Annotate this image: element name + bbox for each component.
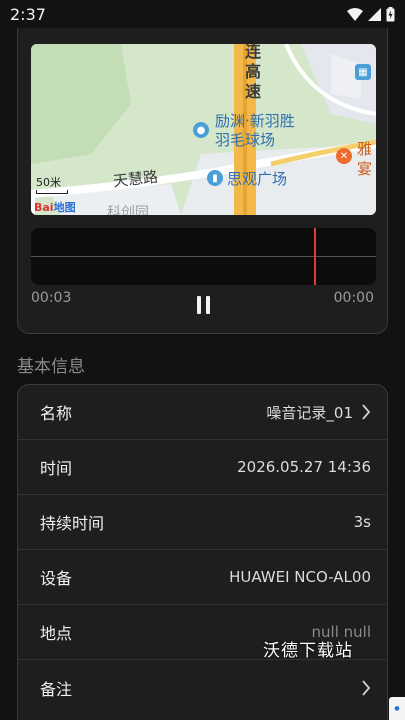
status-time: 2:37 — [10, 4, 46, 24]
info-label-name: 名称 — [40, 404, 73, 423]
watermark-text: 沃德下载站 — [263, 641, 353, 661]
status-bar: 2:37 — [0, 0, 405, 28]
plaza-poi-icon: ▮ — [207, 170, 223, 186]
info-row-device: 设备 HUAWEI NCO-AL00 — [18, 550, 387, 605]
map-poi-label-1: 励渊·新羽胜 — [215, 112, 295, 130]
waveform-track[interactable] — [31, 228, 376, 285]
info-row-time: 时间 2026.05.27 14:36 — [18, 440, 387, 495]
chevron-right-icon — [361, 404, 371, 420]
map-scale-bar — [36, 190, 68, 194]
wifi-icon — [347, 7, 363, 21]
building-poi-icon: ▦ — [355, 64, 371, 80]
info-value-duration: 3s — [353, 513, 371, 531]
recording-player-card: 连高速 ● 励渊·新羽胜 羽毛球场 ▮ 思观广场 天慧路 ✕ 雅 宴 ▦ 科创园… — [17, 28, 388, 334]
location-map[interactable]: 连高速 ● 励渊·新羽胜 羽毛球场 ▮ 思观广场 天慧路 ✕ 雅 宴 ▦ 科创园… — [31, 44, 376, 215]
info-row-notes[interactable]: 备注 — [18, 660, 387, 715]
info-label-location: 地点 — [40, 624, 73, 643]
map-poi-label-2: 思观广场 — [227, 170, 288, 188]
map-faded-label: 科创园 — [107, 205, 149, 215]
pause-button[interactable] — [190, 296, 216, 318]
info-label-device: 设备 — [40, 569, 73, 588]
map-road-vertical-label: 连高速 — [245, 44, 262, 101]
chevron-right-icon — [361, 679, 371, 696]
basic-info-card: 名称 噪音记录_01 时间 2026.05.27 14:36 持续时间 3s 设… — [17, 384, 388, 720]
elapsed-time: 00:03 — [31, 290, 72, 306]
map-provider-logo: Bai地图 — [34, 201, 76, 214]
section-title-basic-info: 基本信息 — [17, 357, 85, 377]
map-logo-suffix: 地图 — [53, 201, 76, 214]
waveform-baseline — [31, 256, 376, 257]
remaining-time: 00:00 — [333, 290, 374, 306]
info-row-name[interactable]: 名称 噪音记录_01 — [18, 385, 387, 440]
map-scale-label: 50米 — [36, 176, 61, 189]
pause-icon-bar-left — [196, 296, 201, 314]
info-label-notes: 备注 — [40, 679, 73, 699]
info-label-time: 时间 — [40, 459, 73, 478]
corner-badge-icon: ● — [389, 697, 405, 720]
info-value-time: 2026.05.27 14:36 — [237, 458, 371, 476]
pause-icon-bar-right — [205, 296, 210, 314]
restaurant-poi-icon: ✕ — [336, 148, 352, 164]
info-value-device: HUAWEI NCO-AL00 — [229, 568, 371, 586]
info-label-duration: 持续时间 — [40, 514, 105, 533]
map-poi-label-3: 雅 — [357, 140, 373, 158]
status-icons — [347, 6, 395, 22]
battery-icon — [386, 6, 395, 21]
map-poi-label-1-line2: 羽毛球场 — [215, 131, 276, 149]
info-row-duration: 持续时间 3s — [18, 495, 387, 550]
info-value-name: 噪音记录_01 — [266, 403, 353, 422]
sports-poi-icon: ● — [193, 122, 209, 138]
signal-icon — [368, 7, 381, 21]
playhead-marker[interactable] — [314, 228, 316, 285]
map-poi-label-3-line2: 宴 — [357, 160, 373, 178]
